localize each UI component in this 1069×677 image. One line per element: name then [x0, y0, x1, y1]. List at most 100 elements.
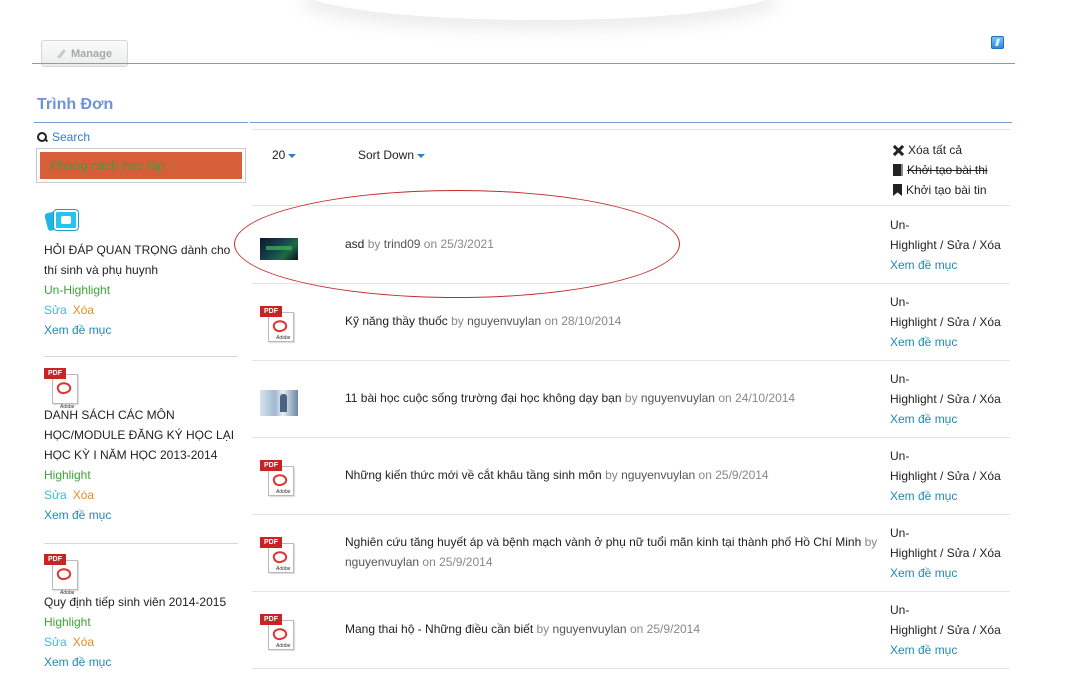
row-title[interactable]: Mang thai hộ - Những điều cần biết	[345, 622, 533, 636]
row-by: by	[367, 237, 381, 251]
row-on: on	[698, 468, 712, 482]
row-title[interactable]: 11 bài học cuộc sống trường đại học khôn…	[345, 391, 622, 405]
row-date: 25/3/2021	[440, 237, 494, 251]
row-on: on	[718, 391, 732, 405]
style-select[interactable]: Phong cách học tập	[36, 148, 246, 183]
view-topics-link[interactable]: Xem đề mục	[44, 652, 240, 672]
delete-all-button[interactable]: Xóa tất cả	[893, 140, 988, 160]
row-view-topics-link[interactable]: Xem đề mục	[890, 255, 1010, 275]
row-on: on	[422, 555, 436, 569]
delete-link[interactable]: Xóa	[73, 488, 94, 502]
row-author[interactable]: nguyenvuylan	[345, 555, 419, 569]
search-link[interactable]: Search	[37, 130, 90, 144]
row-on: on	[423, 237, 438, 251]
style-select-label: Phong cách học tập	[40, 152, 242, 179]
create-exam-label: Khởi tạo bài thi	[907, 163, 988, 177]
folder-photo-icon[interactable]	[44, 208, 80, 236]
row-view-topics-link[interactable]: Xem đề mục	[890, 332, 1010, 352]
row-author[interactable]: nguyenvuylan	[641, 391, 715, 405]
row-highlight-edit-delete[interactable]: Highlight / Sửa / Xóa	[890, 235, 1010, 255]
photo-thumb[interactable]	[260, 390, 298, 416]
row-highlight-edit-delete[interactable]: Highlight / Sửa / Xóa	[890, 312, 1010, 332]
row-highlight-edit-delete[interactable]: Highlight / Sửa / Xóa	[890, 389, 1010, 409]
row-actions: Un- Highlight / Sửa / Xóa Xem đề mục	[890, 523, 1010, 583]
highlight-toggle[interactable]: Highlight	[44, 465, 240, 485]
row-by: by	[624, 391, 638, 405]
pencil-icon	[57, 49, 67, 59]
row-title[interactable]: Những kiến thức mới về cắt khâu tầng sin…	[345, 468, 602, 482]
row-actions: Un- Highlight / Sửa / Xóa Xem đề mục	[890, 292, 1010, 352]
caret-down-icon	[288, 153, 297, 158]
create-news-label: Khởi tạo bài tin	[906, 183, 987, 197]
pdf-icon[interactable]: PDF Adobe	[260, 460, 296, 496]
highlight-toggle[interactable]: Highlight	[44, 612, 240, 632]
list-toolbar: 20 Sort Down Xóa tất cả Khởi tạo bài thi…	[252, 129, 1010, 206]
row-date: 28/10/2014	[561, 314, 622, 328]
row-view-topics-link[interactable]: Xem đề mục	[890, 640, 1010, 660]
row-author[interactable]: trind09	[384, 237, 421, 251]
view-topics-link[interactable]: Xem đề mục	[44, 505, 240, 525]
table-row: PDF Adobe Mang thai hộ - Những điều cần b…	[252, 592, 1010, 669]
sidebar-item-title[interactable]: HỎI ĐÁP QUAN TRỌNG dành cho thí sinh và …	[44, 240, 240, 280]
help-icon[interactable]	[991, 36, 1004, 49]
row-text: asd by trind09 on 25/3/2021	[345, 234, 880, 254]
row-title[interactable]: Nghiên cứu tăng huyết áp và bệnh mạch và…	[345, 535, 861, 549]
row-highlight-link-part1[interactable]: Un-	[890, 369, 1010, 389]
view-topics-link[interactable]: Xem đề mục	[44, 320, 240, 340]
row-text: 11 bài học cuộc sống trường đại học khôn…	[345, 388, 880, 408]
row-actions: Un- Highlight / Sửa / Xóa Xem đề mục	[890, 446, 1010, 506]
manage-label: Manage	[71, 47, 112, 60]
row-view-topics-link[interactable]: Xem đề mục	[890, 486, 1010, 506]
close-icon	[893, 145, 904, 156]
top-shadow	[300, 0, 780, 20]
pdf-icon[interactable]: PDF Adobe	[260, 614, 296, 650]
row-on: on	[629, 622, 644, 636]
delete-link[interactable]: Xóa	[73, 303, 94, 317]
search-label: Search	[52, 130, 91, 144]
row-highlight-link-part1[interactable]: Un-	[890, 600, 1010, 620]
row-author[interactable]: nguyenvuylan	[467, 314, 541, 328]
pdf-icon[interactable]: PDF Adobe	[260, 306, 296, 342]
highlight-toggle[interactable]: Un-Highlight	[44, 280, 240, 300]
toolbar-actions: Xóa tất cả Khởi tạo bài thi Khởi tạo bài…	[893, 140, 988, 200]
delete-link[interactable]: Xóa	[73, 635, 94, 649]
row-view-topics-link[interactable]: Xem đề mục	[890, 409, 1010, 429]
page-size-value: 20	[272, 148, 286, 162]
create-news-button[interactable]: Khởi tạo bài tin	[893, 180, 988, 200]
sidebar-item: PDF Adobe DANH SÁCH CÁC MÔN HỌC/MODULE ĐĂ…	[44, 368, 240, 525]
bookmark-icon	[893, 184, 902, 196]
pdf-icon[interactable]: PDF Adobe	[44, 368, 80, 410]
menu-divider	[34, 122, 248, 123]
row-view-topics-link[interactable]: Xem đề mục	[890, 563, 1010, 583]
row-by: by	[451, 314, 464, 328]
row-highlight-link-part1[interactable]: Un-	[890, 215, 1010, 235]
pdf-icon[interactable]: PDF Adobe	[260, 537, 296, 573]
row-author[interactable]: nguyenvuylan	[621, 468, 695, 482]
row-highlight-link-part1[interactable]: Un-	[890, 523, 1010, 543]
row-highlight-edit-delete[interactable]: Highlight / Sửa / Xóa	[890, 620, 1010, 640]
row-highlight-edit-delete[interactable]: Highlight / Sửa / Xóa	[890, 543, 1010, 563]
row-title[interactable]: asd	[345, 237, 364, 251]
caret-down-icon	[417, 153, 426, 158]
row-text: Mang thai hộ - Những điều cần biết by ng…	[345, 619, 880, 639]
pdf-icon[interactable]: PDF Adobe	[44, 554, 80, 596]
page-size-dropdown[interactable]: 20	[272, 148, 297, 162]
dark-image-thumb[interactable]	[260, 238, 298, 260]
row-highlight-link-part1[interactable]: Un-	[890, 292, 1010, 312]
row-author[interactable]: nguyenvuylan	[553, 622, 627, 636]
row-actions: Un- Highlight / Sửa / Xóa Xem đề mục	[890, 369, 1010, 429]
sidebar-divider	[44, 543, 238, 544]
delete-all-label: Xóa tất cả	[908, 143, 963, 157]
sort-dropdown[interactable]: Sort Down	[358, 148, 426, 162]
row-text: Nghiên cứu tăng huyết áp và bệnh mạch và…	[345, 532, 880, 572]
row-title[interactable]: Kỹ năng thầy thuốc	[345, 314, 448, 328]
row-by: by	[864, 535, 878, 549]
edit-link[interactable]: Sửa	[44, 635, 67, 649]
create-exam-button[interactable]: Khởi tạo bài thi	[893, 160, 988, 180]
search-icon	[37, 131, 48, 143]
row-highlight-link-part1[interactable]: Un-	[890, 446, 1010, 466]
row-highlight-edit-delete[interactable]: Highlight / Sửa / Xóa	[890, 466, 1010, 486]
edit-link[interactable]: Sửa	[44, 303, 67, 317]
row-actions: Un- Highlight / Sửa / Xóa Xem đề mục	[890, 215, 1010, 275]
edit-link[interactable]: Sửa	[44, 488, 67, 502]
